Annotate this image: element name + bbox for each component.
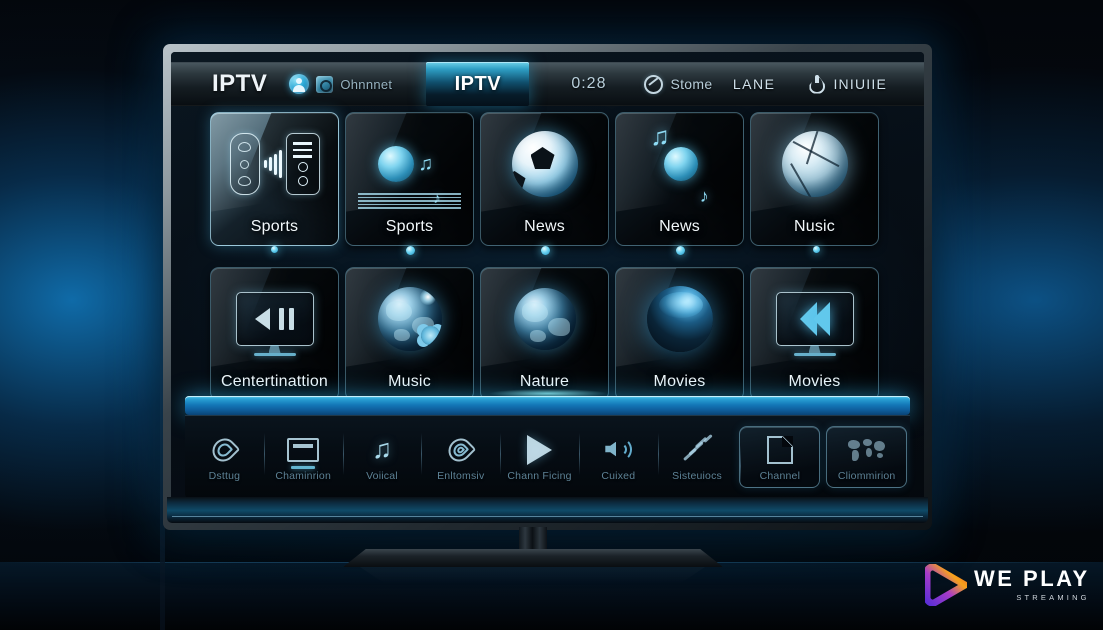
tv-stand-reflection	[360, 567, 705, 583]
tv-playback-icon	[211, 276, 338, 362]
tile-label: Sports	[385, 218, 434, 235]
dock-item-label: Cliommirion	[837, 469, 896, 482]
header-channel-label: Ohnnnet	[340, 76, 393, 92]
dock-item-label: Voiical	[366, 469, 398, 482]
tile-label: Sports	[250, 218, 299, 235]
tile-row-1: Sports ♫ ♪ Sports News ♫ ♪ News Nusic	[210, 112, 885, 246]
pager-dot-4[interactable]	[676, 246, 685, 255]
user-avatar-icon	[289, 74, 310, 94]
dock-item-cuixed[interactable]: Cuixed	[578, 415, 658, 499]
tile-label: Movies	[653, 373, 706, 390]
music-disc-icon: ♫ ♪	[650, 121, 709, 206]
heart-icon	[207, 433, 241, 467]
tile-row-2: Centertinattion Music Nature Movies Movi…	[210, 267, 885, 401]
dock-item-chaminrion[interactable]: Chaminrion	[263, 415, 343, 499]
dock-item-sisteuiocs[interactable]: Sisteuiocs	[657, 415, 737, 499]
pager-dot-5[interactable]	[813, 246, 820, 253]
tile-news-2[interactable]: ♫ ♪ News	[615, 112, 744, 246]
tv-stand-base	[343, 549, 723, 567]
heart-rings-icon	[443, 433, 477, 467]
header-store-chip[interactable]: Stome	[644, 74, 713, 94]
dock-item-label: Sisteuiocs	[672, 469, 722, 482]
header-inuie-chip[interactable]: INIUIIE	[809, 74, 887, 94]
tile-nusic[interactable]: Nusic	[750, 112, 879, 246]
tile-news-1[interactable]: News	[480, 112, 609, 246]
tile-label: Nusic	[793, 218, 835, 235]
dock-item-cliommirion[interactable]: Cliommirion	[826, 426, 908, 488]
dock-item-enltomsiv[interactable]: Enltomsiv	[421, 415, 500, 499]
soccer-ball-icon	[481, 121, 608, 207]
tile-nature[interactable]: Nature	[480, 267, 609, 401]
dock-item-label: Cuixed	[601, 469, 636, 482]
tv-bezel-highlight	[172, 516, 923, 517]
play-triangle-logo	[923, 563, 969, 607]
dock-item-channel[interactable]: Channel	[739, 426, 821, 488]
dock-item-label: Chaminrion	[275, 469, 332, 482]
dock-item-label: Enltomsiv	[437, 469, 485, 482]
dock-highlight-bar	[185, 389, 910, 415]
droplet-icon	[809, 74, 825, 94]
globe-flower-icon	[346, 276, 473, 362]
logo-text-block: WE PLAY STREAMING	[974, 568, 1090, 602]
tile-sports-2[interactable]: ♫ ♪ Sports	[345, 112, 474, 246]
header-inuie-label: INIUIIE	[833, 76, 887, 92]
app-title: IPTV	[212, 70, 268, 97]
swoosh-icon	[681, 433, 713, 467]
tile-label: Movies	[788, 373, 841, 390]
clock-icon	[644, 74, 664, 94]
logo-name: WE PLAY	[974, 566, 1090, 592]
dock-item-chann-ficing[interactable]: Chann Ficing	[500, 415, 579, 499]
earth-globe-icon	[481, 276, 608, 362]
music-note-icon: ♫	[371, 434, 393, 464]
tile-music[interactable]: Music	[345, 267, 474, 401]
logo-tagline: STREAMING	[1016, 593, 1090, 603]
we-play-logo: WE PLAY STREAMING	[923, 560, 1091, 610]
top-header-bar: IPTV Ohnnnet IPTV 0:28 Stome LANE INIUII…	[171, 62, 924, 106]
remote-control-signal-icon	[211, 121, 338, 207]
pager-dot-1[interactable]	[271, 246, 278, 253]
dock-item-dsttug[interactable]: Dsttug	[185, 415, 264, 499]
pager-dot-2[interactable]	[406, 246, 415, 255]
bottom-dock: Dsttug Chaminrion ♫ Voiical Enltomsiv Ch…	[185, 415, 910, 499]
channel-square-icon	[316, 75, 334, 93]
dark-earth-icon	[616, 276, 743, 362]
tile-sports-1[interactable]: Sports	[210, 112, 339, 246]
tile-label: Music	[388, 373, 431, 390]
world-map-icon	[847, 433, 887, 467]
header-store-label: Stome	[670, 76, 713, 92]
volleyball-icon	[751, 121, 878, 207]
pager-dots	[210, 244, 885, 258]
speaker-icon	[603, 433, 633, 467]
dock-item-label: Chann Ficing	[507, 469, 572, 482]
dock-item-voiical[interactable]: ♫ Voiical	[342, 415, 422, 499]
tab-iptv[interactable]: IPTV	[426, 62, 530, 106]
tile-movies-2[interactable]: Movies	[750, 267, 879, 401]
tile-label: News	[524, 218, 565, 235]
tile-label: News	[659, 218, 700, 235]
tab-iptv-label: IPTV	[454, 72, 502, 95]
dock-item-label: Channel	[759, 469, 801, 482]
television-screen: IPTV Ohnnnet IPTV 0:28 Stome LANE INIUII…	[171, 52, 924, 522]
pager-dot-3[interactable]	[541, 246, 550, 255]
tile-movies-1[interactable]: Movies	[615, 267, 744, 401]
rewind-triangle-icon	[255, 308, 270, 330]
header-lane-label: LANE	[732, 76, 776, 92]
dock-item-label: Dsttug	[208, 469, 241, 482]
header-user-chip[interactable]: Ohnnnet	[289, 74, 392, 94]
clock-time: 0:28	[571, 75, 607, 92]
pause-icon	[279, 308, 294, 330]
tv-bottom-bezel	[167, 497, 928, 523]
play-icon	[527, 433, 553, 467]
tile-centertinattion[interactable]: Centertinattion	[210, 267, 339, 401]
tile-label: Centertinattion	[220, 373, 329, 390]
tv-rewind-icon	[751, 276, 878, 362]
equalizer-lines	[358, 193, 461, 211]
iptv-interface: IPTV Ohnnnet IPTV 0:28 Stome LANE INIUII…	[171, 52, 924, 522]
monitor-icon	[287, 433, 320, 467]
page-corner-icon	[766, 433, 793, 467]
